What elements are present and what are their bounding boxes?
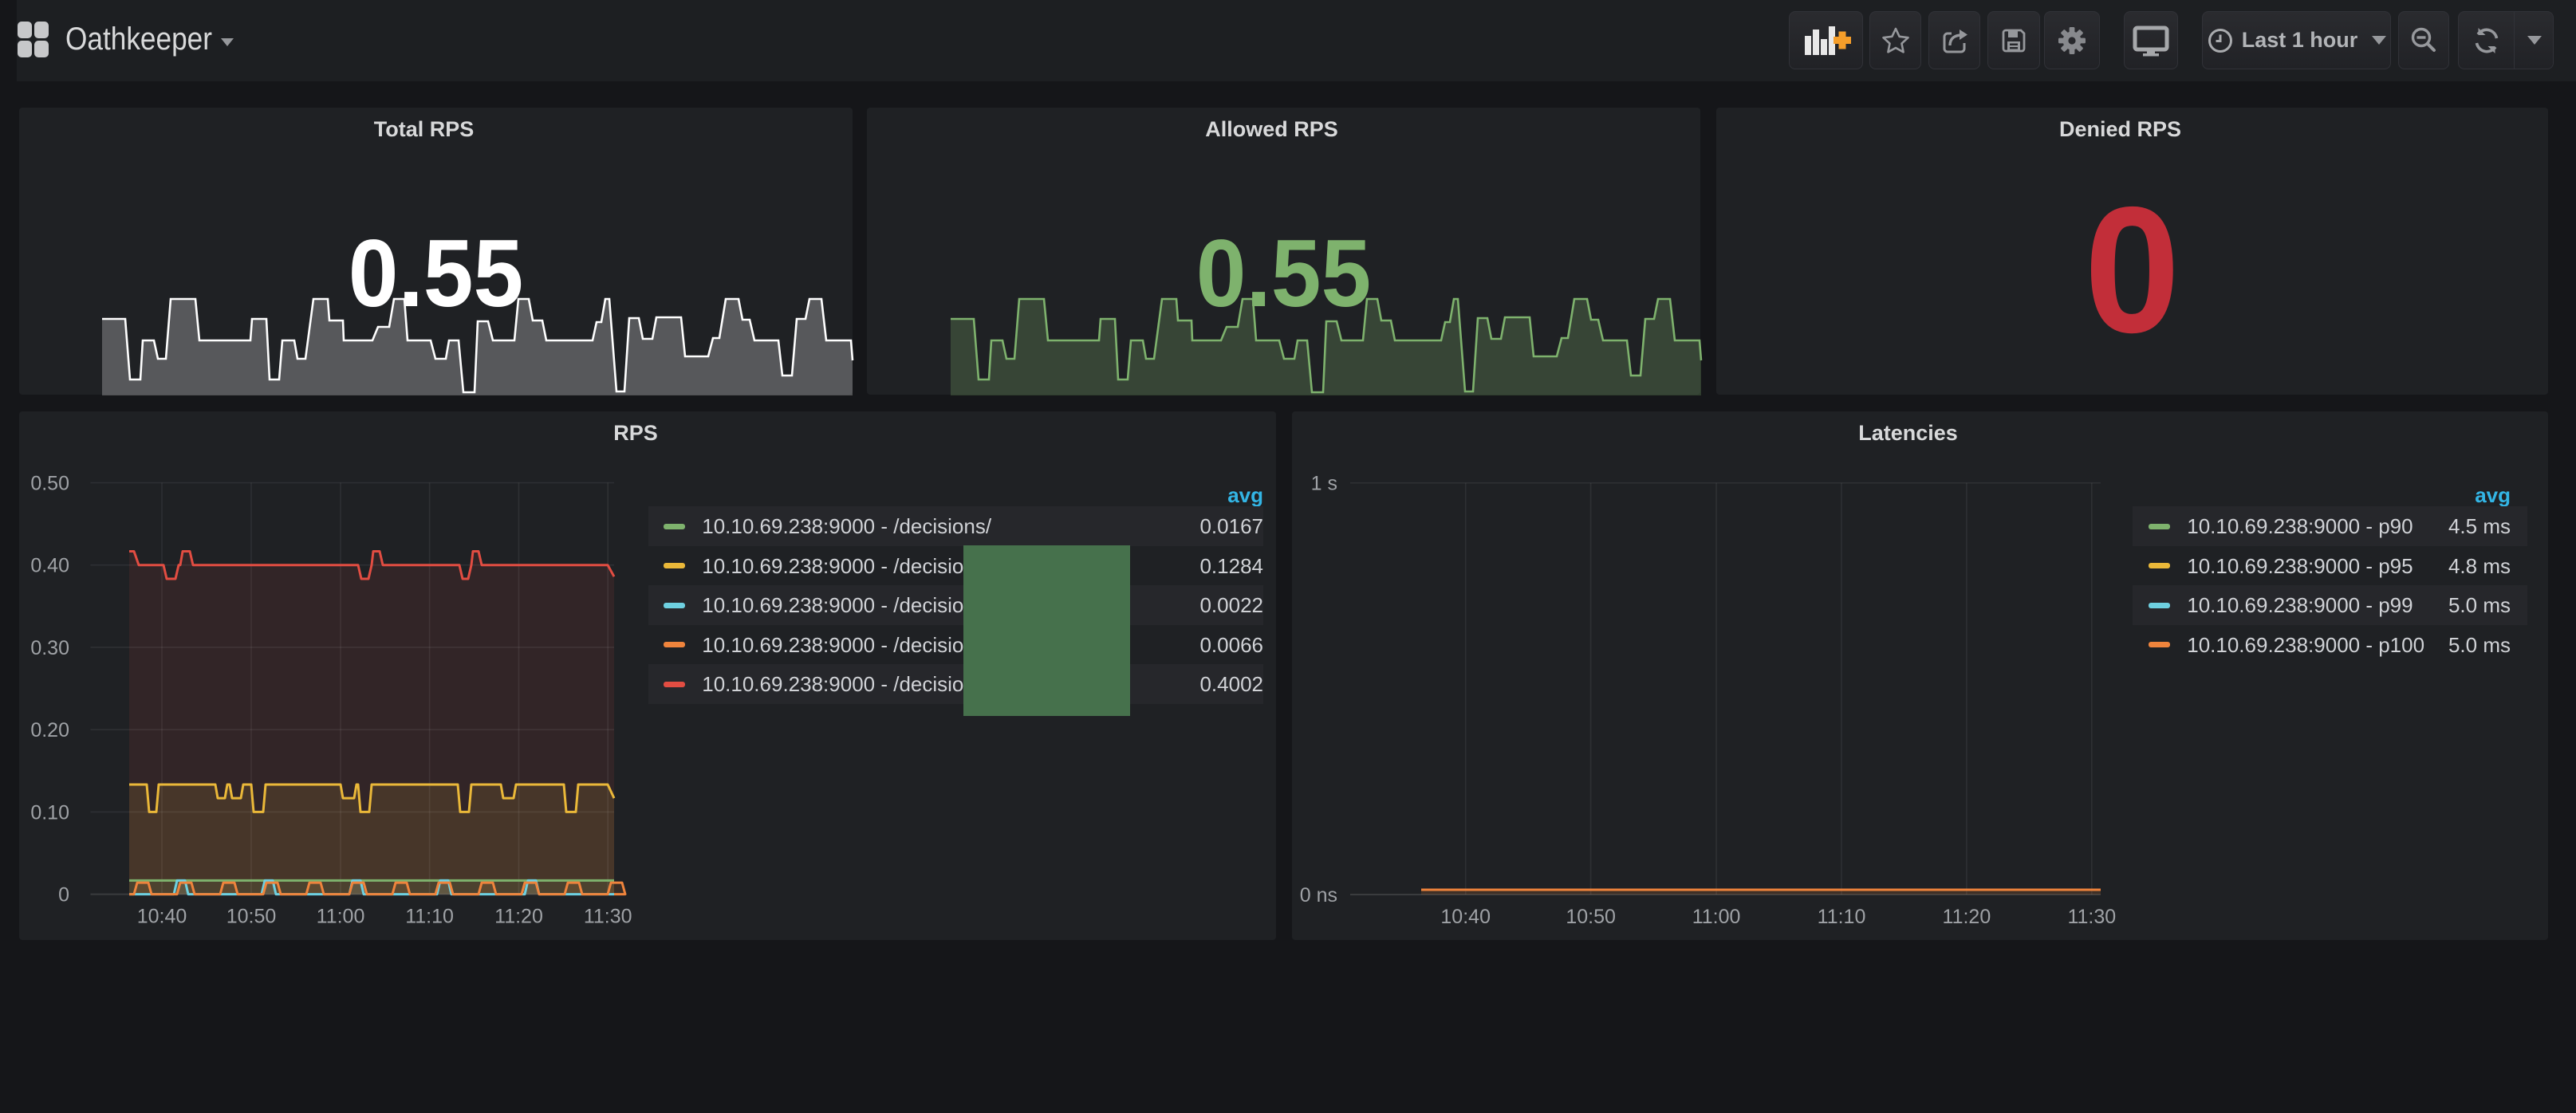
svg-text:11:10: 11:10 [405, 906, 454, 928]
svg-text:11:20: 11:20 [494, 906, 543, 928]
svg-text:10:40: 10:40 [1440, 906, 1491, 928]
svg-text:0: 0 [58, 884, 69, 907]
svg-text:0.40: 0.40 [30, 555, 69, 577]
svg-text:0.20: 0.20 [30, 719, 69, 741]
svg-text:11:30: 11:30 [584, 906, 632, 928]
svg-text:1 s: 1 s [1311, 473, 1337, 495]
svg-text:10:40: 10:40 [137, 906, 187, 928]
svg-text:0.50: 0.50 [30, 473, 69, 495]
svg-text:11:20: 11:20 [1943, 906, 1991, 928]
svg-text:11:00: 11:00 [1692, 906, 1741, 928]
svg-text:0 ns: 0 ns [1300, 884, 1337, 907]
svg-text:11:00: 11:00 [317, 906, 365, 928]
svg-text:10:50: 10:50 [226, 906, 277, 928]
svg-text:0.30: 0.30 [30, 637, 69, 659]
svg-text:0.10: 0.10 [30, 801, 69, 824]
svg-text:11:30: 11:30 [2067, 906, 2116, 928]
svg-text:10:50: 10:50 [1566, 906, 1616, 928]
svg-text:11:10: 11:10 [1818, 906, 1866, 928]
